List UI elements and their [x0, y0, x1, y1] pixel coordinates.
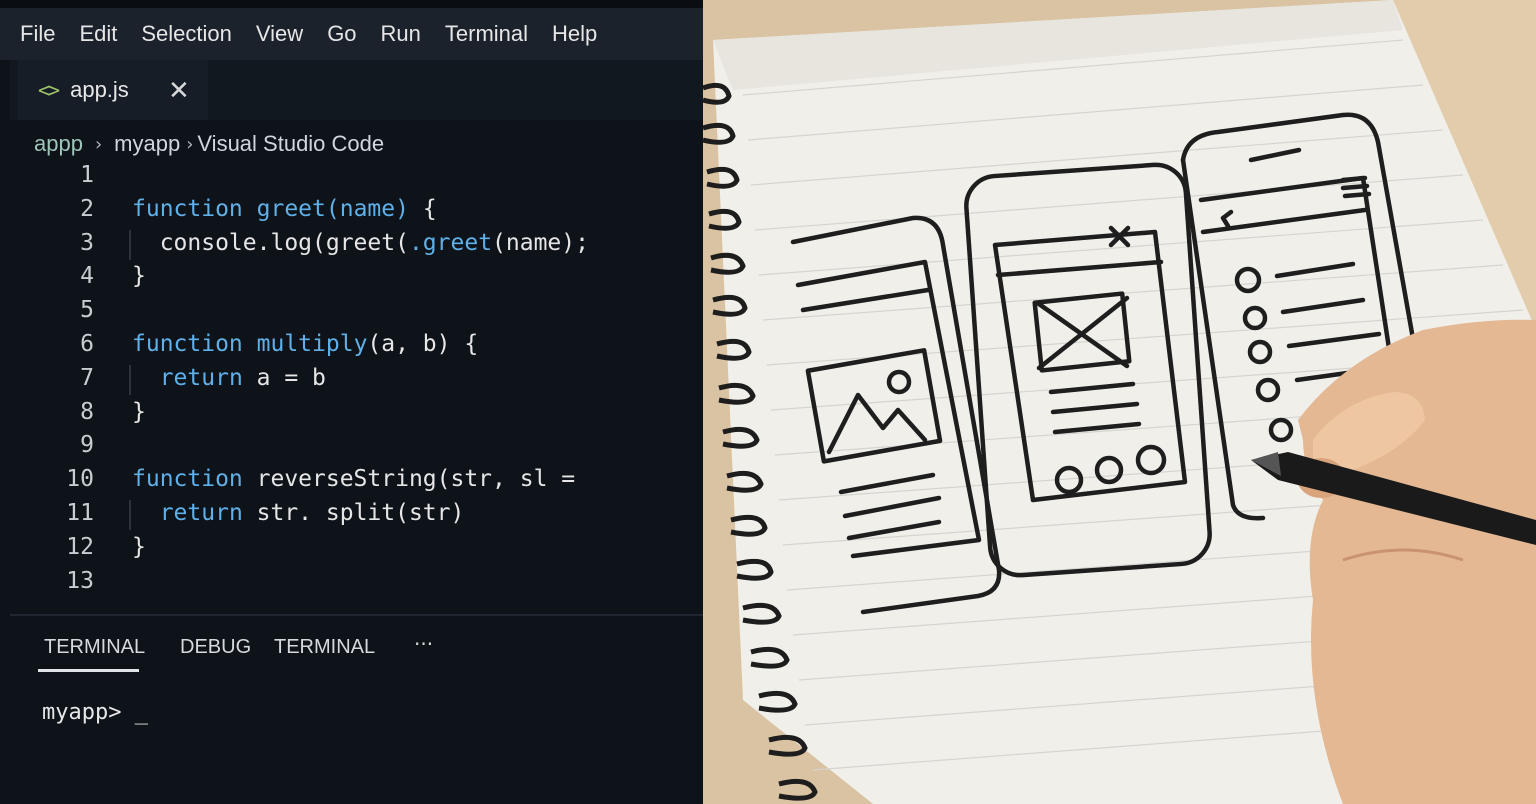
code-line[interactable]: 6 function multiply(a, b) { — [10, 331, 703, 365]
menu-run[interactable]: Run — [381, 21, 421, 47]
chevron-right-icon: › — [94, 133, 103, 155]
panel-tabs: TERMINAL DEBUG TERMINAL ··· — [10, 630, 703, 674]
chevron-right-icon: › — [186, 133, 194, 155]
code-line[interactable]: 3 console.log(greet(.greet(name); — [10, 229, 703, 264]
indent-guide — [129, 364, 131, 395]
code-line[interactable]: 7 return a = b — [10, 364, 703, 399]
code-text: } — [132, 263, 146, 290]
line-number: 3 — [80, 229, 94, 256]
code-text: function reverseString(str, sl = — [132, 466, 576, 493]
close-icon[interactable]: ✕ — [168, 76, 190, 106]
menu-file[interactable]: File — [20, 21, 55, 47]
wireframe-sketch-photo — [703, 0, 1536, 804]
code-text: function greet(name) { — [132, 195, 437, 222]
code-line[interactable]: 8} — [10, 399, 703, 433]
breadcrumb-item-myapp[interactable]: myapp — [114, 131, 180, 157]
code-line[interactable]: 1 — [10, 162, 703, 196]
line-number: 1 — [80, 162, 94, 188]
code-text: function multiply(a, b) { — [132, 331, 479, 357]
menu-view[interactable]: View — [256, 21, 303, 47]
code-line[interactable]: 5 — [10, 297, 703, 331]
code-line[interactable]: 2 function greet(name) { — [10, 196, 703, 230]
tab-debug[interactable]: DEBUG — [180, 636, 251, 659]
code-text: } — [132, 533, 146, 560]
editor-tab-strip: <> app.js ✕ — [10, 60, 703, 120]
line-number: 10 — [66, 466, 94, 493]
menu-selection[interactable]: Selection — [141, 21, 232, 47]
code-area[interactable]: 1 2 function greet(name) {3 console.log(gr… — [10, 162, 703, 612]
code-editor-window: File Edit Selection View Go Run Terminal… — [0, 0, 703, 804]
line-number: 4 — [80, 263, 94, 290]
code-text: console.log(greet(.greet(name); — [132, 229, 589, 256]
line-number: 8 — [80, 398, 94, 425]
code-line[interactable]: 10 function reverseString(str, sl = — [10, 466, 703, 500]
tab-app-js[interactable]: <> app.js ✕ — [18, 60, 208, 120]
line-number: 7 — [80, 364, 94, 391]
breadcrumb-item-vscode[interactable]: Visual Studio Code — [197, 131, 384, 157]
active-tab-indicator — [38, 669, 139, 672]
line-number: 12 — [66, 533, 94, 560]
tab-terminal-2[interactable]: TERMINAL — [274, 636, 375, 659]
menu-terminal[interactable]: Terminal — [445, 21, 528, 47]
terminal-prompt[interactable]: myapp> _ — [42, 700, 148, 725]
ellipsis-icon[interactable]: ··· — [414, 632, 433, 656]
line-number: 9 — [80, 432, 94, 459]
line-number: 13 — [66, 567, 94, 594]
menu-edit[interactable]: Edit — [79, 21, 117, 47]
code-line[interactable]: 9 — [10, 432, 703, 466]
panel-divider — [10, 614, 703, 616]
code-text: } — [132, 398, 146, 425]
code-line[interactable]: 13 — [10, 568, 703, 602]
line-number: 6 — [80, 331, 94, 357]
breadcrumb-item-appp[interactable]: appp — [34, 131, 83, 157]
line-number: 2 — [80, 195, 94, 222]
code-line[interactable]: 12} — [10, 534, 703, 568]
tab-label: app.js — [70, 77, 129, 102]
code-text: return str. split(str) — [159, 500, 465, 526]
tab-terminal[interactable]: TERMINAL — [44, 636, 145, 659]
line-number: 11 — [66, 500, 94, 526]
code-text: return a = b — [159, 364, 326, 391]
menu-bar: File Edit Selection View Go Run Terminal… — [0, 0, 703, 60]
indent-guide — [129, 500, 131, 530]
breadcrumb: appp › myapp › Visual Studio Code — [34, 128, 384, 160]
code-brackets-icon: <> — [38, 78, 60, 102]
indent-guide — [129, 229, 131, 260]
code-line[interactable]: 4} — [10, 263, 703, 297]
code-line[interactable]: 11 return str. split(str) — [10, 500, 703, 534]
menu-help[interactable]: Help — [552, 21, 597, 47]
line-number: 5 — [80, 297, 94, 324]
menu-go[interactable]: Go — [327, 21, 356, 47]
